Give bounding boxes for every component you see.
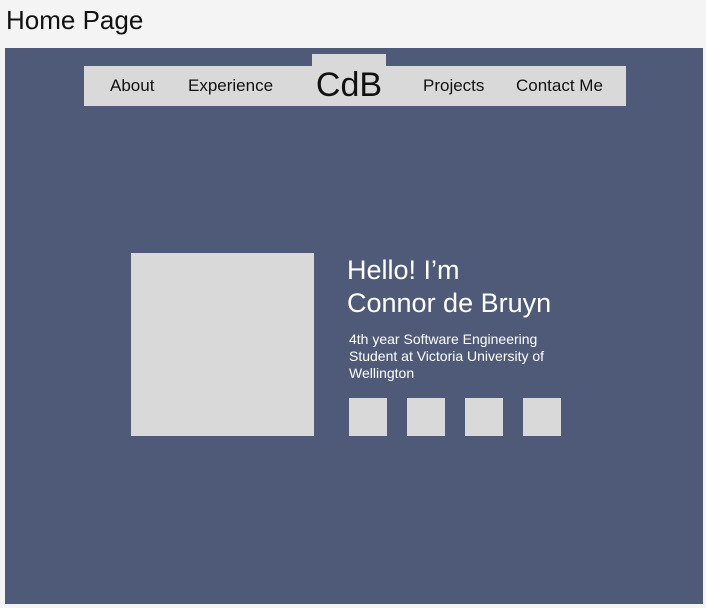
profile-photo-placeholder: [131, 253, 314, 436]
hero-headline-line-1: Hello! I’m: [347, 255, 460, 285]
hero-headline: Hello! I’m Connor de Bruyn: [347, 254, 647, 320]
hero-subtitle: 4th year Software Engineering Student at…: [349, 331, 545, 381]
social-link-button[interactable]: [523, 398, 561, 436]
nav-link-experience[interactable]: Experience: [188, 66, 273, 106]
page-title: Home Page: [6, 5, 144, 35]
social-link-button[interactable]: [407, 398, 445, 436]
nav-link-contact-me[interactable]: Contact Me: [516, 66, 603, 106]
site-logo[interactable]: CdB: [312, 65, 386, 105]
hero-headline-line-2: Connor de Bruyn: [347, 288, 552, 318]
nav-link-projects[interactable]: Projects: [423, 66, 484, 106]
social-link-button[interactable]: [349, 398, 387, 436]
social-link-button[interactable]: [465, 398, 503, 436]
nav-link-about[interactable]: About: [110, 66, 154, 106]
home-page-frame: CdB About Experience Projects Contact Me…: [5, 48, 703, 604]
